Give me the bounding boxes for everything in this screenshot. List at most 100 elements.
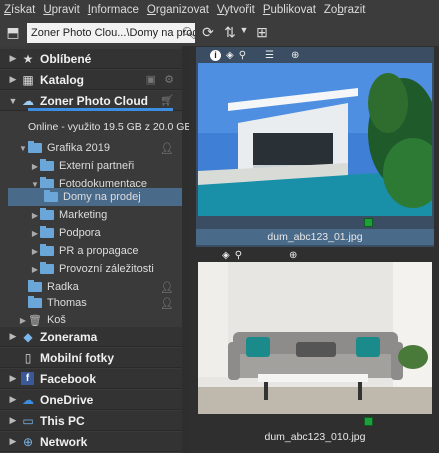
section-label: OneDrive [40,392,94,407]
chevron-right-icon[interactable]: ▶ [18,316,28,325]
tag-icon[interactable]: ◈ [222,250,230,261]
tree-label: Externí partneři [59,160,135,172]
chevron-right-icon[interactable]: ▶ [30,247,40,256]
computer-icon: ▭ [22,413,34,428]
chevron-right-icon[interactable]: ▶ [6,394,20,405]
menu-item-4[interactable]: Vytvořit [217,4,255,16]
facebook-icon: f [21,372,34,385]
menu-item-6[interactable]: Zobrazit [324,4,366,16]
globe-icon[interactable]: ⊕ [289,250,297,261]
folder-icon [28,141,42,153]
tree-item-pr[interactable]: ▶ PR a propagace [30,242,212,260]
location-icon[interactable]: ⚲ [235,250,242,261]
tree-item-thomas[interactable]: Thomas 👤︎ [18,294,200,312]
thumbnail-filename: dum_abc123_01.jpg [267,231,363,243]
section-label: Mobilní fotky [40,350,114,365]
chevron-right-icon[interactable]: ▶ [30,265,40,274]
section-zonerama[interactable]: ▶ ◆ Zonerama [0,327,182,347]
thumbnail-image[interactable] [198,262,432,414]
person-icon: 👤︎ [160,281,174,294]
star-icon: ★ [22,51,34,66]
section-onedrive[interactable]: ▶ ☁ OneDrive [0,390,182,410]
menu-item-1[interactable]: Upravit [43,4,79,16]
toolbar: ⬒ Zoner Photo Clou...\Domy na prodej 🔍︎ … [0,20,439,46]
folder-icon [40,226,54,238]
onedrive-icon: ☁ [22,392,34,407]
chevron-right-icon[interactable]: ▶ [6,53,20,64]
tree-label: Thomas [47,297,87,309]
network-icon: ⊕ [22,434,34,449]
chevron-down-icon[interactable]: ▼ [18,144,28,153]
menu-bar: Získat Upravit Informace Organizovat Vytvoři… [0,0,439,20]
person-icon: 👤︎ [160,142,174,155]
house-pool-photo [198,63,432,216]
thumbnail-header: i ◈ ⚲ ☰ ⊕ [196,48,434,62]
chevron-right-icon[interactable]: ▶ [30,229,40,238]
folder-icon [40,208,54,220]
chevron-right-icon[interactable]: ▶ [6,74,20,85]
tree-label: Provozní záležitosti [59,263,154,275]
color-label-green [364,417,373,426]
catalog-icon: ▦ [22,72,34,87]
section-facebook[interactable]: ▶ f Facebook [0,369,182,389]
chevron-right-icon[interactable]: ▶ [6,415,20,426]
chevron-down-icon[interactable]: ▼ [6,96,20,106]
tree-label: Radka [47,281,79,293]
folder-icon [40,159,54,171]
thumbnail-image[interactable] [198,63,432,216]
path-input[interactable]: Zoner Photo Clou...\Domy na prodej [27,23,195,43]
info-icon[interactable]: i [210,49,221,61]
chevron-right-icon[interactable]: ▶ [30,211,40,220]
folder-icon [44,190,58,202]
tag-icon[interactable]: ◈ [226,50,234,61]
tree-item-podpora[interactable]: ▶ Podpora [30,224,212,242]
globe-icon[interactable]: ⊕ [291,50,299,61]
up-folder-icon[interactable]: ⬒ [3,24,23,41]
section-network[interactable]: ▶ ⊕ Network [0,432,182,452]
new-folder-icon[interactable]: ⊞ [252,24,272,41]
tree-item-provozni[interactable]: ▶ Provozní záležitosti [30,260,212,278]
tree-item-externi[interactable]: ▶ Externí partneři [30,157,212,175]
folder-icon [28,296,42,308]
menu-item-5[interactable]: Publikovat [263,4,316,16]
chevron-right-icon[interactable]: ▶ [6,373,20,384]
location-icon[interactable]: ⚲ [239,50,246,61]
refresh-icon[interactable]: ⟳ [198,24,218,41]
section-label: Network [40,434,88,449]
section-thispc[interactable]: ▶ ▭ This PC [0,411,182,431]
chevron-right-icon[interactable]: ▶ [6,436,20,447]
tree-label: PR a propagace [59,245,139,257]
trash-icon: 🗑︎ [28,314,42,327]
tree-label: Marketing [59,209,108,221]
tree-item-domy[interactable]: Domy na prodej [8,188,182,206]
path-search-icon[interactable]: 🔍︎ [180,23,198,43]
cloud-icon: ☁ [22,93,34,108]
tree-item-grafika[interactable]: ▼ Grafika 2019 👤︎ [18,139,200,157]
living-room-photo [198,262,432,414]
section-label: Facebook [40,371,97,386]
gear-icon[interactable]: ⚙ [164,73,174,86]
chevron-right-icon[interactable]: ▶ [30,162,40,171]
person-icon: 👤︎ [160,297,174,310]
menu-item-2[interactable]: Informace [88,4,139,16]
add-folder-icon[interactable]: ▣ [146,73,156,86]
zonerama-icon: ◆ [23,329,33,344]
section-label: Oblíbené [40,51,92,66]
tree-item-marketing[interactable]: ▶ Marketing [30,206,212,224]
menu-item-3[interactable]: Organizovat [147,4,209,16]
tree-label: Domy na prodej [63,191,141,203]
folder-icon [40,244,54,256]
storage-usage-bar [28,108,173,111]
menu-item-0[interactable]: Získat [4,4,35,16]
phone-icon: ▯ [24,350,32,365]
section-oblibene[interactable]: ▶ ★ Oblíbené [0,49,182,69]
sort-dropdown-icon[interactable]: ▼ [234,25,254,35]
adjustments-icon[interactable]: ☰ [265,50,274,61]
section-label: Zoner Photo Cloud [40,93,148,108]
cart-icon[interactable]: 🛒︎ [160,94,174,107]
section-label: Zonerama [40,329,98,344]
section-mobilni[interactable]: ▯ Mobilní fotky [0,348,182,368]
section-label: Katalog [40,72,85,87]
section-katalog[interactable]: ▶ ▦ Katalog ⚙ ▣ [0,70,182,90]
chevron-right-icon[interactable]: ▶ [6,331,20,342]
